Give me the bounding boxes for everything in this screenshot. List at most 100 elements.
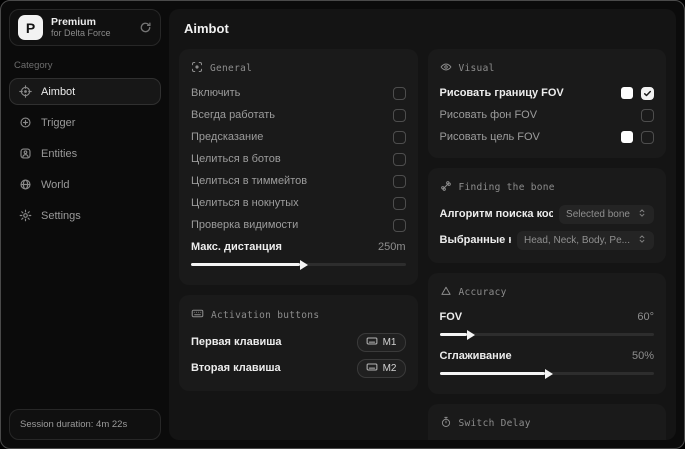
fov-target-row: Рисовать цель FOV: [439, 126, 654, 148]
max-distance-row: Макс. дистанция 250m: [191, 236, 406, 258]
fov-background-checkbox[interactable]: [641, 108, 654, 122]
bone-algorithm-row: Алгоритм поиска кост Selected bone: [439, 201, 654, 227]
fov-border-checkbox[interactable]: [641, 86, 654, 100]
prediction-checkbox[interactable]: [392, 130, 406, 144]
sidebar-item-label: Trigger: [41, 116, 76, 129]
sidebar-item-trigger[interactable]: Trigger: [9, 109, 161, 136]
switch-delay-toggle-row: Задержка переключения: [440, 437, 655, 440]
chevron-up-down-icon: [637, 234, 647, 247]
app-subtitle: for Delta Force: [51, 28, 111, 39]
app-title: Premium: [51, 15, 96, 28]
first-key-row: Первая клавиша M1: [191, 329, 406, 355]
second-key-label: Вторая клавиша: [191, 362, 281, 374]
trigger-icon: [19, 116, 32, 129]
fov-value: 60°: [637, 311, 654, 323]
second-key-button[interactable]: M2: [356, 358, 406, 378]
smoothing-label: Сглаживание: [439, 350, 512, 362]
switch-delay-card: Switch Delay Задержка переключения Задер…: [427, 404, 666, 440]
eye-icon: [440, 61, 452, 76]
bone-icon: [440, 180, 452, 195]
triangle-icon: [440, 285, 452, 300]
category-label: Category: [14, 60, 53, 71]
keyboard-icon: [191, 307, 204, 323]
sidebar-item-label: World: [41, 178, 70, 191]
sidebar: P Premium for Delta Force Category Aimbo…: [1, 1, 169, 448]
sidebar-item-world[interactable]: World: [9, 171, 161, 198]
toggle-label: Проверка видимости: [191, 219, 299, 231]
first-key-value: M1: [382, 336, 397, 348]
toggle-label: Включить: [191, 87, 241, 99]
fov-target-label: Рисовать цель FOV: [439, 131, 540, 143]
visibility-check-checkbox[interactable]: [392, 218, 406, 232]
selected-bones-row: Выбранные кос Head, Neck, Body, Pe...: [439, 227, 654, 253]
second-key-row: Вторая клавиша M2: [191, 355, 406, 381]
toggle-row-target-bots: Целиться в ботов: [191, 148, 406, 170]
toggle-label: Предсказание: [191, 131, 264, 143]
target-teammates-checkbox[interactable]: [392, 174, 406, 188]
selected-bones-value: Head, Neck, Body, Pe...: [524, 234, 630, 246]
entities-icon: [19, 147, 32, 160]
activation-header: Activation buttons: [211, 309, 320, 321]
smoothing-slider[interactable]: [439, 368, 654, 379]
fov-border-color-swatch[interactable]: [621, 87, 633, 99]
session-duration-box: Session duration: 4m 22s: [9, 409, 161, 440]
fov-slider[interactable]: [439, 329, 654, 340]
second-key-value: M2: [382, 362, 397, 374]
toggle-row-target-teammates: Целиться в тиммейтов: [191, 170, 406, 192]
sidebar-item-aimbot[interactable]: Aimbot: [9, 78, 161, 105]
slider-thumb[interactable]: [300, 259, 309, 270]
keyboard-icon: [366, 335, 378, 350]
bone-algorithm-dropdown[interactable]: Selected bone: [559, 204, 654, 224]
toggle-row-target-knocked: Целиться в нокнутых: [191, 192, 406, 214]
fov-target-checkbox[interactable]: [641, 130, 654, 144]
finding-bone-header: Finding the bone: [458, 182, 555, 193]
toggle-row-prediction: Предсказание: [191, 126, 406, 148]
max-distance-label: Макс. дистанция: [191, 241, 282, 253]
sync-icon[interactable]: [139, 21, 152, 34]
general-header: General: [210, 63, 253, 74]
visual-header: Visual: [458, 63, 495, 74]
keyboard-icon: [366, 361, 378, 376]
toggle-row-visibility-check: Проверка видимости: [191, 214, 406, 236]
max-distance-slider[interactable]: [191, 259, 406, 270]
first-key-label: Первая клавиша: [191, 336, 282, 348]
crosshair-icon: [19, 85, 32, 98]
activation-buttons-card: Activation buttons Первая клавиша M1 Вто…: [179, 295, 418, 391]
toggle-label: Целиться в нокнутых: [191, 197, 299, 209]
globe-icon: [19, 178, 32, 191]
toggle-label: Целиться в ботов: [191, 153, 281, 165]
sidebar-item-entities[interactable]: Entities: [9, 140, 161, 167]
bone-algorithm-value: Selected bone: [566, 208, 630, 220]
page-title: Aimbot: [184, 21, 229, 36]
enable-checkbox[interactable]: [392, 86, 406, 100]
always-work-checkbox[interactable]: [392, 108, 406, 122]
fov-label: FOV: [439, 311, 463, 323]
first-key-button[interactable]: M1: [356, 332, 406, 352]
fov-target-color-swatch[interactable]: [621, 131, 633, 143]
app-header: P Premium for Delta Force: [9, 9, 161, 46]
max-distance-value: 250m: [377, 241, 406, 253]
sidebar-item-label: Aimbot: [41, 85, 76, 98]
fov-background-row: Рисовать фон FOV: [439, 104, 654, 126]
scan-icon: [191, 61, 203, 76]
fov-border-row: Рисовать границу FOV: [440, 82, 654, 104]
session-duration-label: Session duration: 4m 22s: [20, 419, 128, 430]
selected-bones-dropdown[interactable]: Head, Neck, Body, Pe...: [517, 230, 654, 250]
fov-background-label: Рисовать фон FOV: [439, 109, 538, 121]
slider-thumb[interactable]: [467, 329, 476, 340]
general-card: General Включить Всегда работать Предска…: [179, 49, 418, 285]
finding-bone-card: Finding the bone Алгоритм поиска кост Se…: [427, 168, 666, 263]
accuracy-header: Accuracy: [458, 287, 507, 298]
toggle-row-enable: Включить: [191, 82, 406, 104]
stopwatch-icon: [440, 416, 452, 431]
selected-bones-label: Выбранные кос: [439, 234, 512, 246]
app-logo: P: [18, 15, 43, 40]
sidebar-item-settings[interactable]: Settings: [9, 202, 161, 229]
switch-delay-header: Switch Delay: [458, 418, 531, 429]
main-panel: Aimbot General Включить Всегда работать …: [169, 9, 676, 440]
bone-algorithm-label: Алгоритм поиска кост: [439, 208, 554, 220]
gear-icon: [19, 209, 32, 222]
slider-thumb[interactable]: [544, 368, 553, 379]
target-bots-checkbox[interactable]: [392, 152, 406, 166]
target-knocked-checkbox[interactable]: [392, 196, 406, 210]
